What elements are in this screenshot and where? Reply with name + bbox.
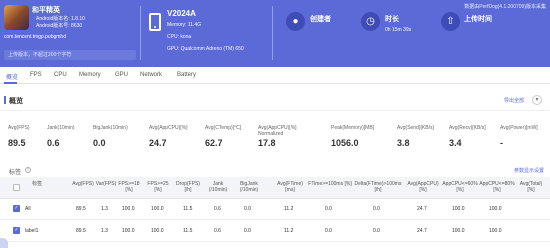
tab-battery[interactable]: Battery — [177, 72, 196, 78]
phone-icon — [149, 13, 161, 31]
version-note-input[interactable]: 上传版本，不超过200个字符 — [4, 50, 136, 60]
table-cell: 100.0 — [122, 206, 135, 212]
upload-icon: ⇧ — [441, 12, 460, 31]
column-header[interactable]: Delta(FTime)>100ms [/h] — [353, 181, 403, 193]
table-row[interactable]: ✓ All 89.5 1.3 100.0 100.0 11.5 0.6 0.0 … — [0, 199, 550, 220]
table-cell: 11.2 — [284, 228, 294, 234]
table-cell: 11.2 — [284, 206, 294, 212]
clock-icon: ◷ — [361, 12, 380, 31]
header-divider — [272, 6, 273, 60]
table-cell: 11.5 — [183, 206, 193, 212]
tab-fps[interactable]: FPS — [30, 72, 42, 78]
table-cell: 0.0 — [325, 228, 332, 234]
column-header[interactable]: Avg(FPS) — [70, 181, 96, 187]
app-name: 和平精英 — [32, 7, 60, 14]
active-tab-indicator — [4, 82, 17, 84]
export-all-link[interactable]: 导出全部 — [504, 97, 524, 104]
table-cell: 1.3 — [101, 228, 108, 234]
overview-title: 概览 — [9, 98, 23, 105]
creator-title: 创建者 — [310, 16, 331, 23]
table-cell: 89.5 — [76, 228, 86, 234]
device-memory: Memory: 11.4G — [167, 22, 202, 28]
select-all-checkbox[interactable] — [13, 184, 20, 191]
upload-time-title: 上传时间 — [464, 16, 492, 23]
table-cell: 0.0 — [325, 206, 332, 212]
column-header[interactable]: AppCPU<=60% [%] — [442, 181, 478, 193]
table-row[interactable]: ✓ label1 89.5 1.3 100.0 100.0 11.5 0.6 0… — [0, 221, 550, 242]
column-header[interactable]: Jank (/10min) — [207, 181, 229, 193]
table-cell: 100.0 — [122, 228, 135, 234]
column-header[interactable]: FTime>=100ms [%] — [308, 181, 352, 187]
report-header: 和平精英 Android版本名: 1.8.10 Android版本号: 8630… — [0, 0, 550, 67]
table-header: 标签 Avg(FPS) Var(FPS) FPS>=18 [%] FPS>=25… — [0, 177, 550, 199]
column-header[interactable]: FPS>=25 [%] — [146, 181, 170, 193]
param-settings-link[interactable]: 参数显示设置 — [514, 167, 544, 174]
column-header[interactable]: Drop(FPS) [/h] — [176, 181, 200, 193]
package-name: com.tencent.tmgp.pubgmhd — [4, 34, 66, 40]
row-checkbox[interactable]: ✓ — [13, 227, 20, 234]
section-marker — [4, 96, 6, 104]
labels-title: 标签 — [9, 170, 22, 176]
column-header[interactable]: Avg(FTime) [ms] — [275, 181, 305, 193]
device-name: V2024A — [167, 9, 196, 18]
table-cell: 0.0 — [244, 206, 251, 212]
duration-value: 0h 15m 39s — [385, 27, 412, 33]
column-header[interactable]: BigJank (/10min) — [237, 181, 261, 193]
table-cell: 100.0 — [489, 228, 502, 234]
collector-version: 数据由PerfDog(4.1.200709)版本采集 — [464, 4, 546, 10]
table-cell: 11.5 — [183, 228, 193, 234]
android-version-code: Android版本号: 8630 — [36, 23, 83, 29]
table-cell: 0.6 — [214, 206, 221, 212]
column-header[interactable]: Avg(Total) [%] — [516, 181, 546, 193]
duration-title: 时长 — [385, 16, 399, 23]
table-cell: 100.0 — [489, 206, 502, 212]
table-cell: 100.0 — [452, 206, 465, 212]
table-cell: 0.0 — [373, 206, 380, 212]
table-cell: 0.6 — [214, 228, 221, 234]
table-cell: 100.0 — [151, 206, 164, 212]
section-divider — [0, 110, 550, 111]
row-checkbox[interactable]: ✓ — [13, 205, 20, 212]
column-header[interactable]: 标签 — [27, 181, 47, 187]
row-label: All — [25, 206, 31, 212]
tab-network[interactable]: Network — [140, 72, 162, 78]
device-gpu: GPU: Qualcomm Adreno (TM) 650 — [167, 46, 244, 52]
table-cell: 0.0 — [373, 228, 380, 234]
android-version-name: Android版本名: 1.8.10 — [36, 16, 85, 22]
table-cell: 1.3 — [101, 206, 108, 212]
table-cell: 24.7 — [417, 228, 427, 234]
table-cell: 100.0 — [151, 228, 164, 234]
table-cell: 100.0 — [452, 228, 465, 234]
tab-gpu[interactable]: GPU — [115, 72, 128, 78]
table-cell: 24.7 — [417, 206, 427, 212]
tab-memory[interactable]: Memory — [79, 72, 101, 78]
tab-overview[interactable]: 概览 — [6, 72, 18, 81]
table-cell: 0.0 — [244, 228, 251, 234]
table-cell: 89.5 — [76, 206, 86, 212]
collapse-button[interactable]: ▾ — [532, 95, 542, 105]
app-icon — [4, 5, 29, 30]
column-header[interactable]: FPS>=18 [%] — [117, 181, 141, 193]
device-cpu: CPU: kona — [167, 34, 192, 40]
user-icon: ● — [286, 12, 305, 31]
help-icon[interactable]: ? — [25, 167, 31, 173]
column-header[interactable]: Var(FPS) — [95, 181, 117, 187]
tab-bar: 概览 FPS CPU Memory GPU Network Battery — [0, 69, 550, 84]
column-header[interactable]: AppCPU<=80% [%] — [478, 181, 516, 193]
tab-cpu[interactable]: CPU — [54, 72, 67, 78]
floating-widget[interactable] — [0, 238, 8, 248]
header-divider — [140, 6, 141, 60]
row-label: label1 — [25, 228, 39, 234]
column-header[interactable]: Avg(AppCPU) [%] — [405, 181, 441, 193]
